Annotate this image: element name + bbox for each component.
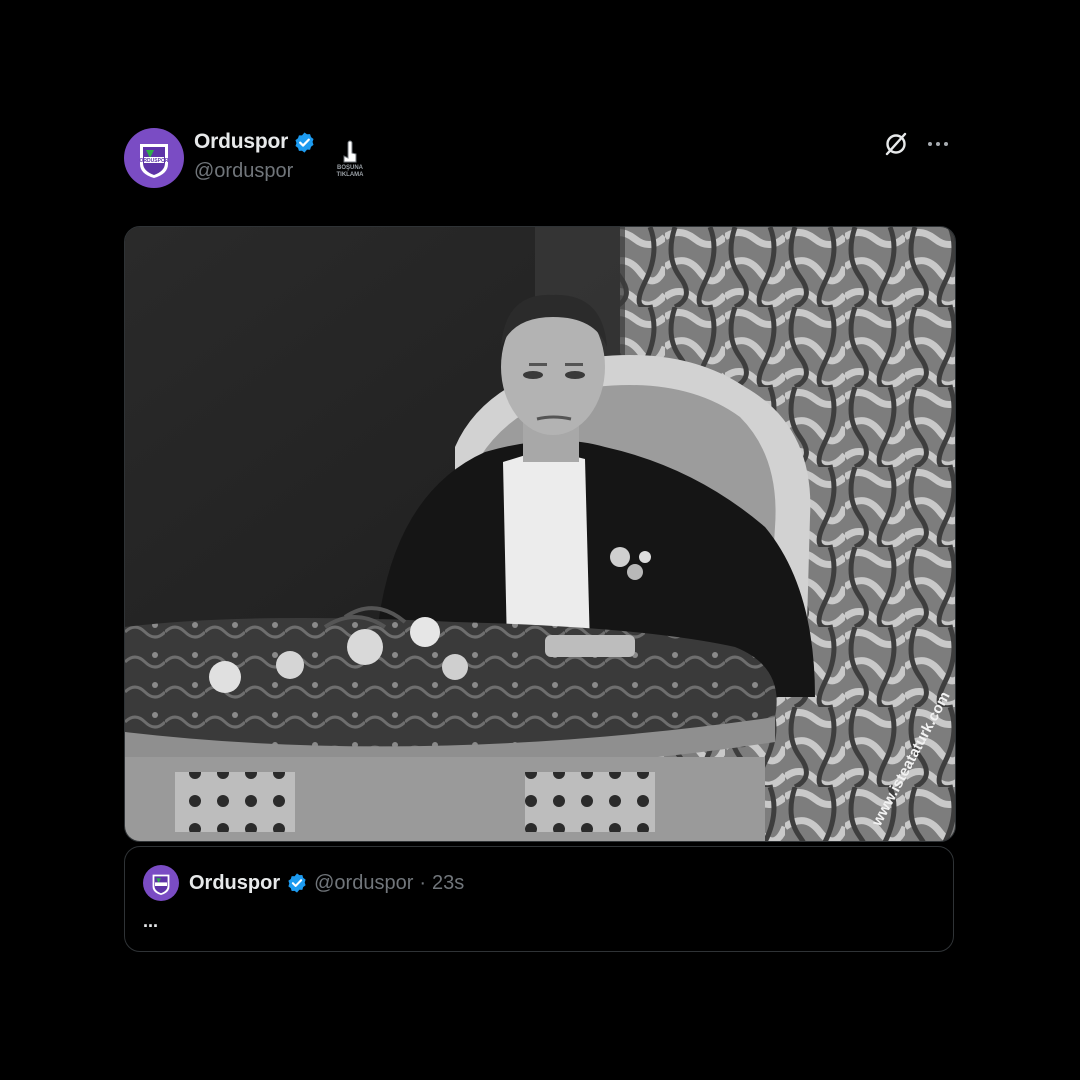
quoted-tweet-text: ... [143, 911, 159, 931]
quoted-avatar[interactable] [143, 865, 179, 901]
author-block[interactable]: Orduspor @orduspor [194, 130, 316, 183]
header-actions [882, 130, 952, 158]
avatar-logo-text: ORDUSPOR [140, 158, 169, 164]
quoted-timestamp[interactable]: 23s [432, 872, 464, 895]
quoted-author-name[interactable]: Orduspor [189, 872, 280, 895]
quoted-tweet-header: Orduspor @orduspor · 23s [143, 865, 464, 901]
quoted-tweet[interactable]: Orduspor @orduspor · 23s ... [124, 846, 954, 952]
separator-dot: · [419, 871, 427, 894]
quoted-author-handle[interactable]: @orduspor [314, 872, 413, 895]
tap-hand-sticker-icon: BOŞUNA TIKLAMA [337, 140, 365, 178]
tweet[interactable]: ORDUSPOR Orduspor @orduspor BOŞUNA TIKLA… [124, 126, 956, 952]
more-options-icon[interactable] [924, 130, 952, 158]
tweet-photo[interactable]: www.isteataturk.com [124, 226, 956, 842]
tweet-header: ORDUSPOR Orduspor @orduspor BOŞUNA TIKLA… [124, 126, 954, 190]
author-name[interactable]: Orduspor [194, 130, 288, 154]
quoted-verified-badge-icon [288, 873, 306, 893]
author-handle[interactable]: @orduspor [194, 160, 316, 183]
grok-icon[interactable] [882, 130, 910, 158]
orduspor-avatar[interactable]: ORDUSPOR [124, 128, 184, 188]
sticker-word-1: BOŞUNA [337, 165, 364, 171]
sticker-word-2: TIKLAMA [337, 172, 365, 178]
verified-badge-icon[interactable] [293, 131, 316, 154]
